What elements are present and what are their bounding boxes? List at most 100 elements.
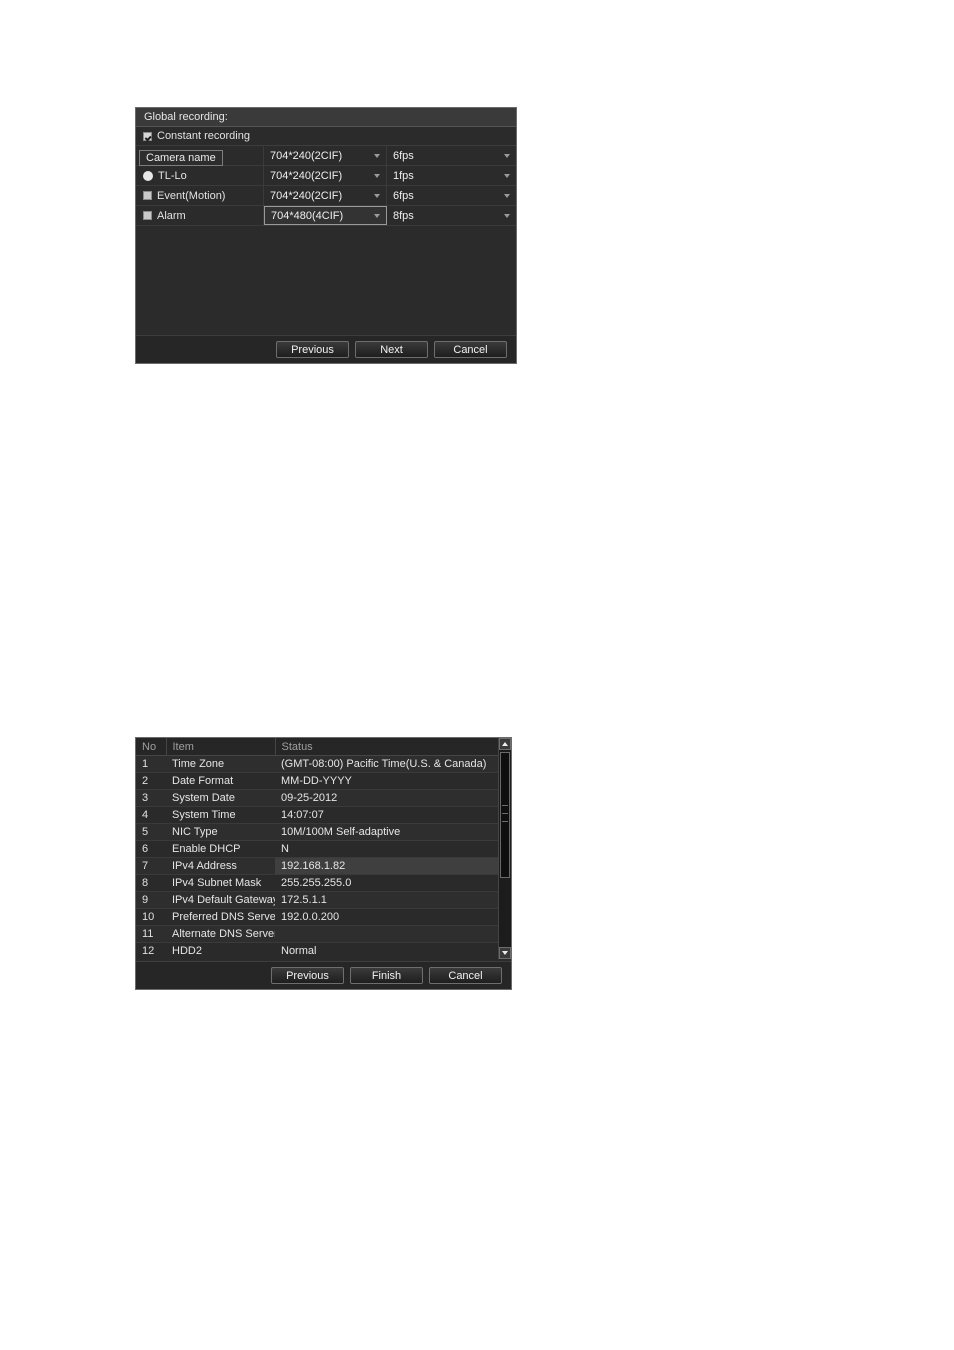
next-button[interactable]: Next bbox=[355, 341, 428, 358]
chevron-down-icon bbox=[504, 173, 510, 178]
table-row[interactable]: 9 IPv4 Default Gateway 172.5.1.1 bbox=[136, 891, 511, 909]
record-row-alarm-label-wrap[interactable]: Alarm bbox=[136, 206, 264, 225]
cell-item: NIC Type bbox=[166, 823, 275, 841]
cell-status: (GMT-08:00) Pacific Time(U.S. & Canada) bbox=[275, 755, 511, 773]
chevron-down-icon bbox=[504, 213, 510, 218]
record-row-alarm-label: Alarm bbox=[157, 209, 186, 222]
cell-item: System Date bbox=[166, 789, 275, 807]
framerate-value-tl-hi: 6fps bbox=[393, 149, 414, 162]
table-row[interactable]: 11 Alternate DNS Server bbox=[136, 925, 511, 943]
framerate-dropdown-event-motion[interactable]: 6fps bbox=[387, 186, 516, 205]
constant-recording-label: Constant recording bbox=[157, 130, 250, 142]
scrollbar-grip-line bbox=[502, 805, 508, 806]
cell-no: 9 bbox=[136, 891, 166, 909]
vertical-scrollbar[interactable] bbox=[498, 738, 511, 959]
cell-no: 8 bbox=[136, 874, 166, 892]
constant-recording-row[interactable]: Constant recording bbox=[136, 127, 516, 146]
table-row[interactable]: 2 Date Format MM-DD-YYYY bbox=[136, 772, 511, 790]
cell-status: 10M/100M Self-adaptive bbox=[275, 823, 511, 841]
radio-icon-tl-lo[interactable] bbox=[143, 170, 153, 181]
cell-item: IPv4 Address bbox=[166, 857, 275, 875]
global-recording-body: Constant recording TL-Hi 704*240(2CIF) 6… bbox=[136, 127, 516, 341]
cell-no: 11 bbox=[136, 925, 166, 943]
scroll-up-arrow-icon[interactable] bbox=[499, 738, 511, 750]
resolution-dropdown-tl-lo[interactable]: 704*240(2CIF) bbox=[264, 166, 387, 185]
chevron-down-icon bbox=[374, 173, 380, 178]
previous-button[interactable]: Previous bbox=[276, 341, 349, 358]
cell-status: 192.168.1.82 bbox=[275, 857, 511, 875]
table-row[interactable]: 12 HDD2 Normal bbox=[136, 942, 511, 959]
global-recording-footer: Previous Next Cancel bbox=[136, 335, 516, 363]
cell-status bbox=[275, 925, 511, 943]
scrollbar-thumb[interactable] bbox=[500, 752, 510, 878]
resolution-value-alarm: 704*480(4CIF) bbox=[271, 209, 344, 222]
table-row[interactable]: 3 System Date 09-25-2012 bbox=[136, 789, 511, 807]
resolution-value-tl-hi: 704*240(2CIF) bbox=[270, 149, 343, 162]
framerate-value-alarm: 8fps bbox=[393, 209, 414, 222]
checkbox-icon-alarm[interactable] bbox=[143, 211, 152, 220]
cell-no: 10 bbox=[136, 908, 166, 926]
cell-status: MM-DD-YYYY bbox=[275, 772, 511, 790]
cell-no: 2 bbox=[136, 772, 166, 790]
resolution-value-tl-lo: 704*240(2CIF) bbox=[270, 169, 343, 182]
summary-table-body: 1 Time Zone (GMT-08:00) Pacific Time(U.S… bbox=[136, 755, 511, 959]
table-row[interactable]: 6 Enable DHCP N bbox=[136, 840, 511, 858]
cell-item: HDD2 bbox=[166, 942, 275, 959]
record-row-event-motion: Event(Motion) 704*240(2CIF) 6fps bbox=[136, 186, 516, 206]
record-row-tl-lo-label: TL-Lo bbox=[158, 169, 187, 182]
finish-button[interactable]: Finish bbox=[350, 967, 423, 984]
cell-status: N bbox=[275, 840, 511, 858]
table-row[interactable]: 8 IPv4 Subnet Mask 255.255.255.0 bbox=[136, 874, 511, 892]
cell-status: 172.5.1.1 bbox=[275, 891, 511, 909]
chevron-down-icon bbox=[504, 193, 510, 198]
cell-item: IPv4 Default Gateway bbox=[166, 891, 275, 909]
cell-status: 255.255.255.0 bbox=[275, 874, 511, 892]
camera-name-button[interactable]: Camera name bbox=[139, 150, 223, 166]
framerate-value-event-motion: 6fps bbox=[393, 189, 414, 202]
constant-recording-label-wrap: Constant recording bbox=[136, 127, 516, 145]
checkbox-icon-constant-recording[interactable] bbox=[143, 131, 152, 141]
scrollbar-grip-line bbox=[502, 821, 508, 822]
cell-status: 09-25-2012 bbox=[275, 789, 511, 807]
table-row[interactable]: 1 Time Zone (GMT-08:00) Pacific Time(U.S… bbox=[136, 755, 511, 773]
record-row-event-motion-label: Event(Motion) bbox=[157, 189, 226, 202]
summary-table-header-row: No Item Status bbox=[136, 738, 511, 756]
cell-item: Date Format bbox=[166, 772, 275, 790]
cell-no: 5 bbox=[136, 823, 166, 841]
cell-status: 192.0.0.200 bbox=[275, 908, 511, 926]
table-row[interactable]: 10 Preferred DNS Server 192.0.0.200 bbox=[136, 908, 511, 926]
resolution-value-event-motion: 704*240(2CIF) bbox=[270, 189, 343, 202]
cell-item: Time Zone bbox=[166, 755, 275, 773]
framerate-dropdown-tl-lo[interactable]: 1fps bbox=[387, 166, 516, 185]
cell-no: 6 bbox=[136, 840, 166, 858]
chevron-down-icon bbox=[374, 213, 380, 218]
resolution-dropdown-event-motion[interactable]: 704*240(2CIF) bbox=[264, 186, 387, 205]
chevron-down-icon bbox=[374, 153, 380, 158]
scroll-down-arrow-icon[interactable] bbox=[499, 947, 511, 959]
column-header-item: Item bbox=[166, 738, 276, 756]
cell-no: 1 bbox=[136, 755, 166, 773]
record-row-alarm: Alarm 704*480(4CIF) 8fps bbox=[136, 206, 516, 226]
table-row[interactable]: 5 NIC Type 10M/100M Self-adaptive bbox=[136, 823, 511, 841]
framerate-dropdown-alarm[interactable]: 8fps bbox=[387, 206, 516, 225]
cancel-button[interactable]: Cancel bbox=[429, 967, 502, 984]
summary-footer: Previous Finish Cancel bbox=[136, 961, 511, 989]
record-row-tl-lo-label-wrap[interactable]: TL-Lo bbox=[136, 166, 264, 185]
framerate-value-tl-lo: 1fps bbox=[393, 169, 414, 182]
cancel-button[interactable]: Cancel bbox=[434, 341, 507, 358]
scrollbar-grip-line bbox=[502, 813, 508, 814]
cell-item: Alternate DNS Server bbox=[166, 925, 275, 943]
table-row[interactable]: 7 IPv4 Address 192.168.1.82 bbox=[136, 857, 511, 875]
record-row-event-motion-label-wrap[interactable]: Event(Motion) bbox=[136, 186, 264, 205]
table-row[interactable]: 4 System Time 14:07:07 bbox=[136, 806, 511, 824]
resolution-dropdown-tl-hi[interactable]: 704*240(2CIF) bbox=[264, 146, 387, 165]
resolution-dropdown-alarm[interactable]: 704*480(4CIF) bbox=[264, 206, 387, 225]
checkbox-icon-event-motion[interactable] bbox=[143, 191, 152, 200]
chevron-down-icon bbox=[374, 193, 380, 198]
cell-item: IPv4 Subnet Mask bbox=[166, 874, 275, 892]
framerate-dropdown-tl-hi[interactable]: 6fps bbox=[387, 146, 516, 165]
global-recording-dialog: Global recording: Constant recording TL-… bbox=[135, 107, 517, 364]
cell-status: Normal bbox=[275, 942, 511, 959]
column-header-no: No bbox=[136, 738, 167, 756]
previous-button[interactable]: Previous bbox=[271, 967, 344, 984]
